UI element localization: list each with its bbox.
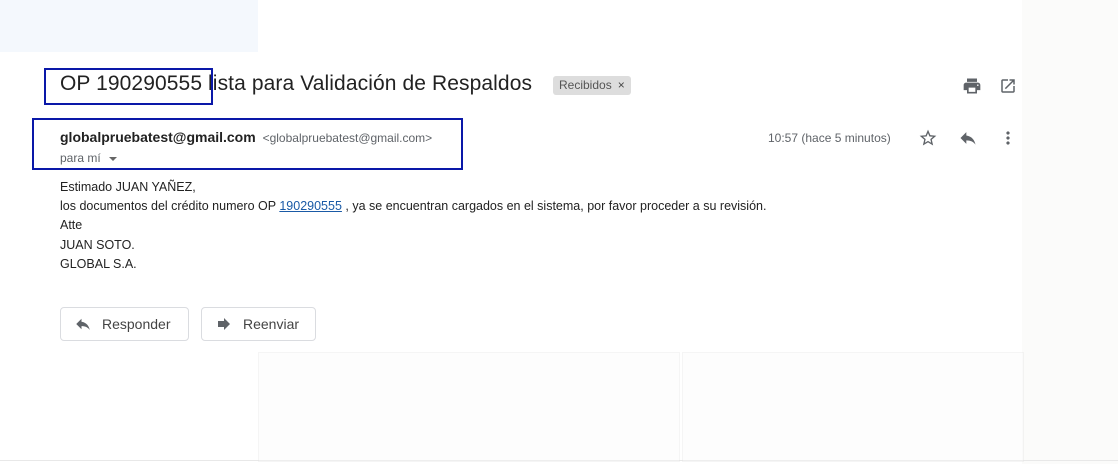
sender-email: <globalpruebatest@gmail.com>: [262, 131, 433, 145]
remove-label-icon[interactable]: ×: [618, 76, 625, 95]
reply-button[interactable]: Responder: [60, 307, 189, 341]
email-view: OP 190290555 lista para Validación de Re…: [0, 0, 1118, 464]
signature-company: GLOBAL S.A.: [60, 256, 137, 271]
print-icon[interactable]: [960, 74, 984, 98]
body-line-1: los documentos del crédito numero OP 190…: [60, 197, 766, 216]
body-closing: Atte: [60, 218, 83, 233]
recipient-text: para mí: [60, 151, 101, 165]
body-line-1-start: los documentos del crédito numero OP: [60, 199, 280, 214]
op-number-link[interactable]: 190290555: [279, 199, 342, 213]
signature-name: JUAN SOTO.: [60, 237, 135, 252]
reply-icon: [76, 318, 90, 330]
email-subject: OP 190290555 lista para Validación de Re…: [60, 72, 533, 95]
recipient-line[interactable]: para mí: [60, 151, 117, 165]
open-in-new-window-icon[interactable]: [996, 74, 1020, 98]
forward-button-label: Reenviar: [243, 316, 300, 332]
label-chip-text: Recibidos: [559, 78, 612, 92]
email-timestamp: 10:57 (hace 5 minutos): [768, 131, 891, 145]
label-chip-inbox[interactable]: Recibidos ×: [553, 76, 631, 95]
dropdown-arrow-icon[interactable]: [108, 157, 117, 161]
reply-icon[interactable]: [956, 126, 980, 150]
sender-name[interactable]: globalpruebatest@gmail.com: [60, 129, 256, 145]
body-line-1-end: , ya se encuentran cargados en el sistem…: [341, 199, 767, 214]
more-vert-icon[interactable]: [996, 126, 1020, 150]
email-body: Estimado JUAN YAÑEZ, los documentos del …: [60, 178, 766, 274]
sender-info: globalpruebatest@gmail.com <globalprueba…: [60, 129, 432, 145]
body-greeting: Estimado JUAN YAÑEZ,: [60, 180, 196, 194]
forward-button[interactable]: Reenviar: [201, 307, 316, 341]
reply-button-label: Responder: [102, 316, 171, 332]
forward-icon: [218, 318, 230, 330]
star-icon[interactable]: [916, 126, 940, 150]
